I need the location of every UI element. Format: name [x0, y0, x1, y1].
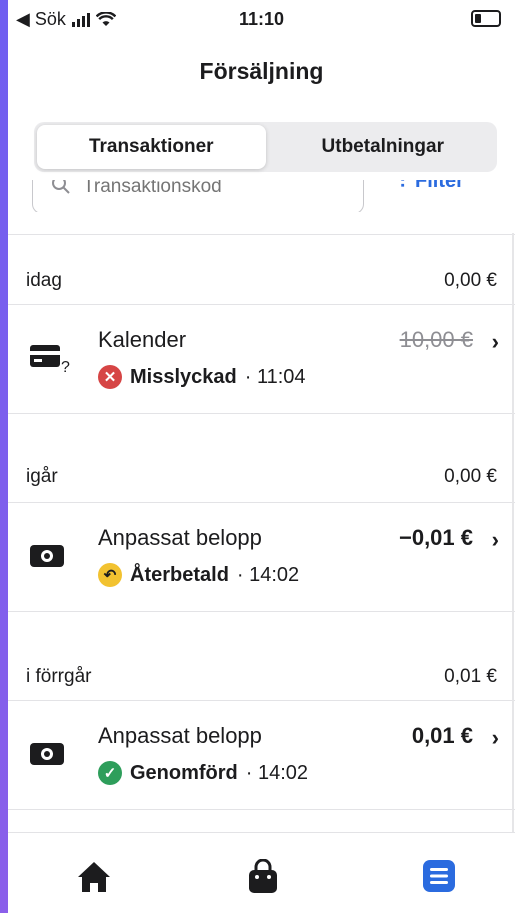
clock: 11:10 [238, 9, 285, 29]
shop-bag-icon[interactable] [246, 858, 280, 900]
section-header-igar: igår 0,00 € [8, 452, 515, 502]
tab-utbetalningar[interactable]: Utbetalningar [269, 122, 498, 172]
status-label: Misslyckad [130, 365, 237, 388]
section-header-iforrgar: i förrgår 0,01 € [8, 652, 515, 702]
status-label: Återbetald [130, 563, 229, 586]
failed-icon: ✕ [98, 365, 122, 389]
tab-transaktioner[interactable]: Transaktioner [37, 125, 266, 169]
transaction-name: Kalender [98, 327, 187, 352]
segmented-control: Transaktioner Utbetalningar [34, 122, 497, 172]
list-icon[interactable] [422, 859, 456, 898]
section-label: igår [26, 466, 58, 487]
section-label: i förrgår [26, 666, 92, 687]
page-title: Försäljning [199, 58, 324, 84]
status-bar: ◀ Sök 11:10 [8, 0, 515, 42]
section-total: 0,01 € [444, 666, 497, 687]
status-time: · 14:02 [245, 761, 309, 784]
cash-icon [28, 541, 72, 576]
divider [8, 212, 515, 235]
section-header-idag: idag 0,00 € [8, 256, 515, 306]
status-label: Genomförd [130, 761, 238, 784]
transaction-amount: 0,01 € [411, 723, 473, 748]
scrollbar[interactable] [512, 233, 514, 833]
section-total: 0,00 € [444, 466, 497, 487]
chevron-right-icon: › [491, 329, 499, 354]
transaction-row[interactable]: ? Kalender ✕ Misslyckad · 11:04 10,00 € … [8, 304, 515, 414]
transaction-status: ✕ Misslyckad · 11:04 [98, 365, 306, 389]
transaction-name: Anpassat belopp [98, 723, 262, 748]
transaction-row[interactable]: Anpassat belopp ↶ Återbetald · 14:02 −0,… [8, 502, 515, 612]
transaction-status: ↶ Återbetald · 14:02 [98, 563, 299, 587]
status-time: · 14:02 [236, 563, 300, 586]
transaction-amount: −0,01 € [398, 525, 473, 550]
completed-icon: ✓ [98, 761, 122, 785]
section-total: 0,00 € [444, 270, 497, 291]
refund-icon: ↶ [98, 563, 122, 587]
transaction-status: ✓ Genomförd · 14:02 [98, 761, 308, 785]
chevron-right-icon: › [491, 725, 499, 750]
cash-icon [28, 739, 72, 774]
battery-icon [471, 10, 501, 27]
transaction-name: Anpassat belopp [98, 525, 262, 550]
tab-bar [8, 832, 515, 913]
svg-text:?: ? [61, 359, 70, 373]
transaction-row[interactable]: Anpassat belopp ✓ Genomförd · 14:02 0,01… [8, 700, 515, 810]
section-label: idag [26, 270, 62, 291]
transaction-amount: 10,00 € [399, 327, 473, 352]
phone-screen: ◀ Sök 11:10 Försäljning ⫶ Filter Transak… [8, 0, 515, 913]
card-question-icon: ? [28, 343, 72, 378]
home-icon[interactable] [76, 859, 112, 900]
status-time: · 11:04 [244, 365, 306, 388]
chevron-right-icon: › [491, 527, 499, 552]
